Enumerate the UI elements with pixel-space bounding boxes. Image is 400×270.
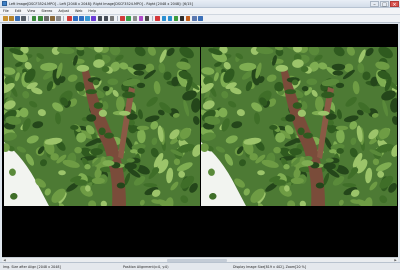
title-bar: Left Image[DSCF3524.MPO] - Left [2048 x … (0, 0, 400, 8)
toolbar-separator (28, 16, 30, 21)
menu-help[interactable]: Help (85, 9, 99, 13)
web-icon[interactable] (198, 16, 203, 21)
toolbar (0, 15, 400, 23)
mirror-icon[interactable] (91, 16, 96, 21)
edit-icon[interactable] (50, 16, 55, 21)
print-icon[interactable] (21, 16, 26, 21)
app-icon (2, 1, 7, 6)
minimize-button[interactable]: – (370, 1, 379, 8)
right-only-icon[interactable] (103, 16, 109, 21)
side-by-side-icon[interactable] (73, 16, 78, 21)
swap-icon[interactable] (44, 16, 49, 21)
close-button[interactable]: × (390, 1, 399, 8)
window-title: Left Image[DSCF3524.MPO] - Left [2048 x … (9, 1, 193, 6)
right-image[interactable] (201, 47, 397, 206)
menu-stereo[interactable]: Stereo (38, 9, 55, 13)
previous-icon[interactable] (31, 16, 37, 21)
status-image-size: Img. Size after Align [2048 x 2048] (3, 264, 61, 269)
slideshow-icon[interactable] (185, 16, 191, 21)
zoom-out-icon[interactable] (167, 16, 173, 21)
rotate-icon[interactable] (56, 16, 61, 21)
over-under-icon[interactable] (79, 16, 84, 21)
save-icon[interactable] (15, 16, 20, 21)
status-position: Position Alignment(x:0, y:0) (123, 264, 169, 269)
gray-icon[interactable] (132, 16, 138, 21)
align-icon[interactable] (155, 16, 160, 21)
maximize-button[interactable]: □ (380, 1, 389, 8)
toolbar-separator (151, 16, 153, 21)
menu-edit[interactable]: Edit (12, 9, 25, 13)
menu-bar: File Edit View Stereo Adjust Web Help (0, 8, 400, 15)
menu-file[interactable]: File (0, 9, 12, 13)
left-image[interactable] (4, 47, 200, 206)
status-bar: Img. Size after Align [2048 x 2048] Posi… (0, 262, 400, 270)
open-left-right-icon[interactable] (9, 16, 14, 21)
anaglyph-icon[interactable] (67, 16, 72, 21)
color-icon[interactable] (126, 16, 131, 21)
toolbar-separator (116, 16, 118, 21)
toolbar-separator (63, 16, 65, 21)
help-icon[interactable] (192, 16, 197, 21)
menu-adjust[interactable]: Adjust (55, 9, 72, 13)
flip-icon[interactable] (138, 16, 144, 21)
fit-icon[interactable] (173, 16, 179, 21)
next-icon[interactable] (38, 16, 43, 21)
zoom-in-icon[interactable] (161, 16, 167, 21)
open-icon[interactable] (3, 16, 8, 21)
full-screen-icon[interactable] (179, 16, 185, 21)
status-display-size: Display Image Size[819 x 402], Zoom[20 %… (233, 264, 307, 269)
menu-web[interactable]: Web (72, 9, 85, 13)
menu-view[interactable]: View (24, 9, 38, 13)
mono-icon[interactable] (109, 16, 115, 21)
crop-icon[interactable] (144, 16, 150, 21)
interlaced-icon[interactable] (85, 16, 90, 21)
window-controls: – □ × (370, 0, 399, 8)
red-cyan-icon[interactable] (120, 16, 125, 21)
left-only-icon[interactable] (97, 16, 102, 21)
